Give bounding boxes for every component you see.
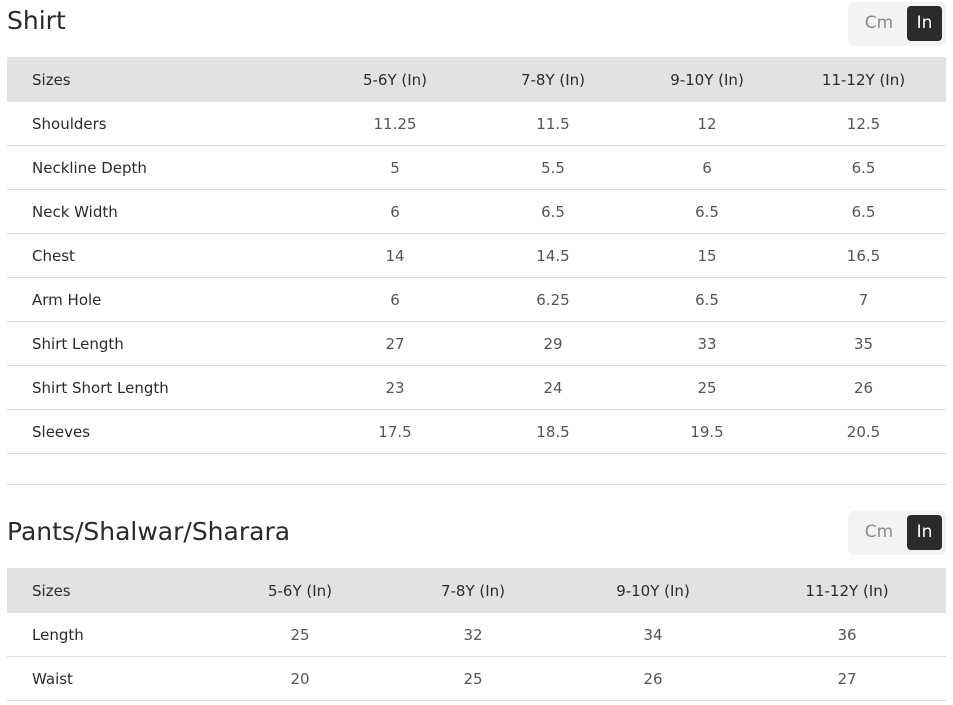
column-header: 11-12Y (In): [748, 568, 946, 613]
table-row: Shirt Length 27 29 33 35: [7, 321, 946, 366]
column-header: Sizes: [7, 568, 212, 613]
table-cell: 6.5: [473, 189, 633, 234]
table-cell: 25: [212, 613, 388, 657]
table-cell: 6.25: [473, 277, 633, 322]
table-cell: 6.5: [781, 145, 946, 190]
table-cell: 6: [317, 277, 473, 322]
pants-unit-cm-button[interactable]: Cm: [854, 515, 904, 550]
section-divider: [7, 484, 946, 485]
table-cell: 6: [633, 145, 781, 190]
table-cell: 11.25: [317, 102, 473, 146]
table-cell: 5: [317, 145, 473, 190]
shirt-unit-in-button[interactable]: In: [907, 6, 942, 41]
table-cell: 16.5: [781, 233, 946, 278]
row-label: Shirt Short Length: [7, 365, 317, 410]
row-label: Length: [7, 613, 212, 657]
table-cell: 6.5: [633, 189, 781, 234]
row-label: Shirt Length: [7, 321, 317, 366]
table-cell: 14: [317, 233, 473, 278]
size-chart-page: Shirt Cm In Sizes 5-6Y (In) 7-8Y (In) 9-…: [0, 0, 953, 705]
table-cell: 12: [633, 102, 781, 146]
row-label: Chest: [7, 233, 317, 278]
row-label: Waist: [7, 656, 212, 701]
column-header: 9-10Y (In): [558, 568, 748, 613]
pants-unit-in-button[interactable]: In: [907, 515, 942, 550]
table-cell: 6.5: [633, 277, 781, 322]
shirt-title: Shirt: [7, 6, 66, 35]
shirt-section-header: Shirt Cm In: [7, 0, 946, 57]
row-label: Neck Width: [7, 189, 317, 234]
table-cell: 12.5: [781, 102, 946, 146]
column-header: 7-8Y (In): [473, 57, 633, 102]
table-row: Arm Hole 6 6.25 6.5 7: [7, 277, 946, 322]
shirt-section: Shirt Cm In Sizes 5-6Y (In) 7-8Y (In) 9-…: [7, 0, 946, 454]
column-header: 5-6Y (In): [317, 57, 473, 102]
table-cell: 25: [388, 656, 558, 701]
table-cell: 18.5: [473, 409, 633, 454]
table-cell: 27: [748, 656, 946, 701]
column-header: 5-6Y (In): [212, 568, 388, 613]
table-cell: 19.5: [633, 409, 781, 454]
column-header: 7-8Y (In): [388, 568, 558, 613]
table-cell: 25: [633, 365, 781, 410]
table-row: Waist 20 25 26 27: [7, 656, 946, 701]
table-row: Shoulders 11.25 11.5 12 12.5: [7, 102, 946, 146]
table-cell: 34: [558, 613, 748, 657]
table-cell: 17.5: [317, 409, 473, 454]
table-cell: 20.5: [781, 409, 946, 454]
table-cell: 27: [317, 321, 473, 366]
shirt-unit-cm-button[interactable]: Cm: [854, 6, 904, 41]
table-cell: 6: [317, 189, 473, 234]
pants-unit-toggle: Cm In: [848, 511, 946, 555]
table-cell: 24: [473, 365, 633, 410]
shirt-size-table: Sizes 5-6Y (In) 7-8Y (In) 9-10Y (In) 11-…: [7, 57, 946, 454]
table-row: Neck Width 6 6.5 6.5 6.5: [7, 189, 946, 234]
pants-section-header: Pants/Shalwar/Sharara Cm In: [7, 511, 946, 568]
table-row: Length 25 32 34 36: [7, 613, 946, 657]
table-cell: 20: [212, 656, 388, 701]
table-cell: 32: [388, 613, 558, 657]
table-cell: 14.5: [473, 233, 633, 278]
table-cell: 23: [317, 365, 473, 410]
table-row: Sleeves 17.5 18.5 19.5 20.5: [7, 409, 946, 454]
table-cell: 6.5: [781, 189, 946, 234]
column-header: 11-12Y (In): [781, 57, 946, 102]
table-row: Neckline Depth 5 5.5 6 6.5: [7, 145, 946, 190]
table-cell: 35: [781, 321, 946, 366]
shirt-unit-toggle: Cm In: [848, 2, 946, 46]
pants-title: Pants/Shalwar/Sharara: [7, 517, 291, 546]
table-cell: 15: [633, 233, 781, 278]
pants-section: Pants/Shalwar/Sharara Cm In Sizes 5-6Y (…: [7, 511, 946, 701]
column-header: Sizes: [7, 57, 317, 102]
row-label: Shoulders: [7, 102, 317, 146]
table-cell: 33: [633, 321, 781, 366]
table-header-row: Sizes 5-6Y (In) 7-8Y (In) 9-10Y (In) 11-…: [7, 568, 946, 613]
table-cell: 5.5: [473, 145, 633, 190]
row-label: Sleeves: [7, 409, 317, 454]
row-label: Neckline Depth: [7, 145, 317, 190]
table-header-row: Sizes 5-6Y (In) 7-8Y (In) 9-10Y (In) 11-…: [7, 57, 946, 102]
pants-size-table: Sizes 5-6Y (In) 7-8Y (In) 9-10Y (In) 11-…: [7, 568, 946, 701]
table-row: Shirt Short Length 23 24 25 26: [7, 365, 946, 410]
table-cell: 29: [473, 321, 633, 366]
table-cell: 7: [781, 277, 946, 322]
table-cell: 11.5: [473, 102, 633, 146]
table-cell: 26: [558, 656, 748, 701]
row-label: Arm Hole: [7, 277, 317, 322]
table-cell: 36: [748, 613, 946, 657]
table-cell: 26: [781, 365, 946, 410]
table-row: Chest 14 14.5 15 16.5: [7, 233, 946, 278]
column-header: 9-10Y (In): [633, 57, 781, 102]
